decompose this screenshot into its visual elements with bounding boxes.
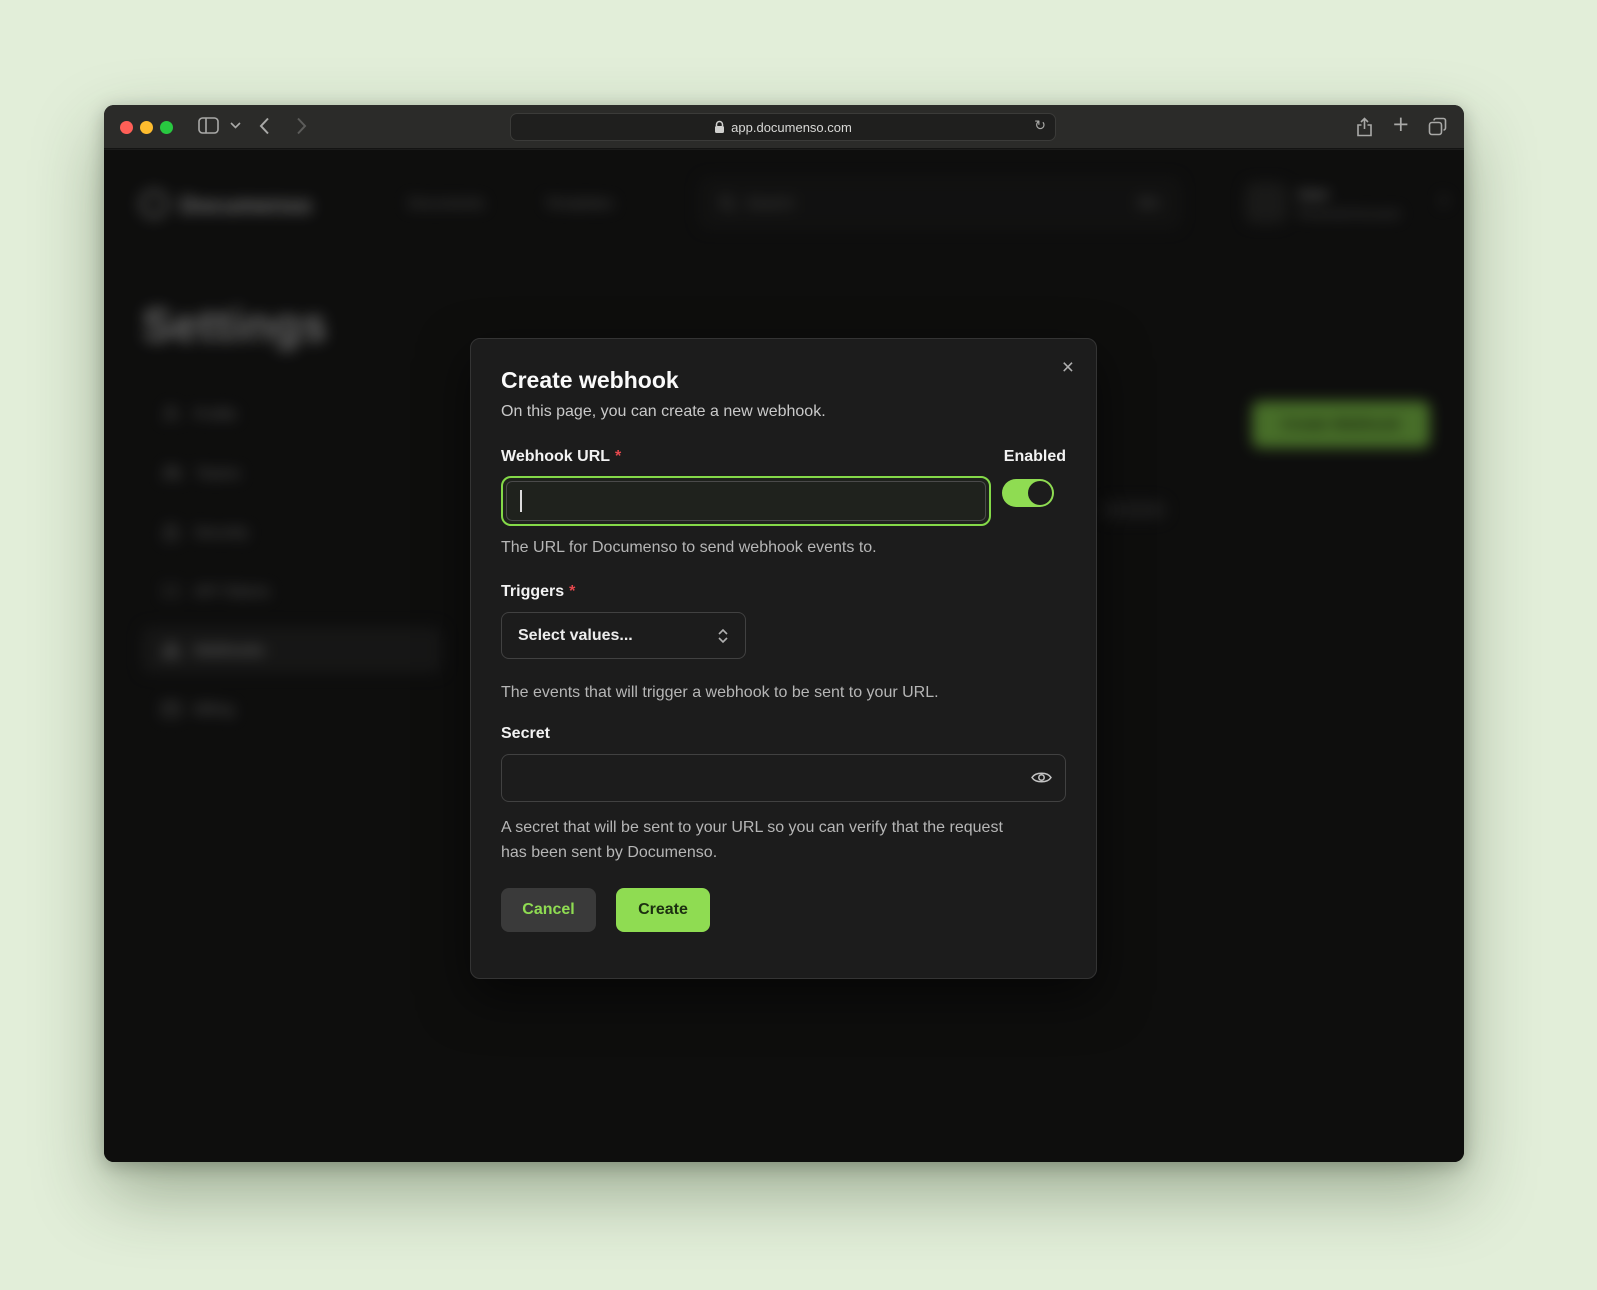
url-text: app.documenso.com [731,120,852,135]
chevrons-up-down-icon [717,628,729,644]
webhook-url-label: Webhook URL* [501,448,621,466]
eye-icon[interactable] [1031,770,1052,790]
toggle-knob [1028,481,1052,505]
browser-toolbar: app.documenso.com ↻ + [104,105,1464,149]
required-asterisk: * [569,583,575,600]
triggers-select[interactable]: Select values... [501,612,746,659]
chevron-down-icon[interactable] [230,122,241,129]
zoom-window-button[interactable] [160,121,173,134]
dialog-description: On this page, you can create a new webho… [501,403,1066,421]
lock-icon [714,120,725,134]
webhook-url-helper: The URL for Documenso to send webhook ev… [501,539,1066,557]
create-button[interactable]: Create [616,888,710,932]
enabled-label: Enabled [1004,448,1066,466]
tab-overview-icon[interactable] [1428,117,1447,136]
webhook-url-field[interactable] [522,482,985,520]
address-bar[interactable]: app.documenso.com ↻ [510,113,1056,141]
new-tab-icon[interactable]: + [1392,114,1410,135]
minimize-window-button[interactable] [140,121,153,134]
enabled-toggle[interactable] [1002,479,1054,507]
dialog-title: Create webhook [501,367,1066,394]
browser-window: app.documenso.com ↻ + Documenso Document… [104,105,1464,1162]
close-icon[interactable]: × [1062,357,1074,378]
page-content: Documenso Documents Templates Search ⌘K … [104,150,1464,1162]
webhook-url-input[interactable] [501,476,991,526]
triggers-label: Triggers* [501,583,1066,601]
close-window-button[interactable] [120,121,133,134]
triggers-select-placeholder: Select values... [518,627,633,645]
secret-field[interactable] [501,754,1066,802]
reload-icon[interactable]: ↻ [1034,119,1046,133]
secret-helper: A secret that will be sent to your URL s… [501,815,1026,865]
forward-button[interactable] [296,117,307,135]
share-icon[interactable] [1356,117,1373,137]
secret-label: Secret [501,725,1066,743]
required-asterisk: * [615,448,621,465]
back-button[interactable] [259,117,270,135]
create-webhook-dialog: × Create webhook On this page, you can c… [470,338,1097,979]
sidebar-toggle-icon[interactable] [198,117,219,134]
triggers-helper: The events that will trigger a webhook t… [501,684,1066,702]
cancel-button[interactable]: Cancel [501,888,596,932]
